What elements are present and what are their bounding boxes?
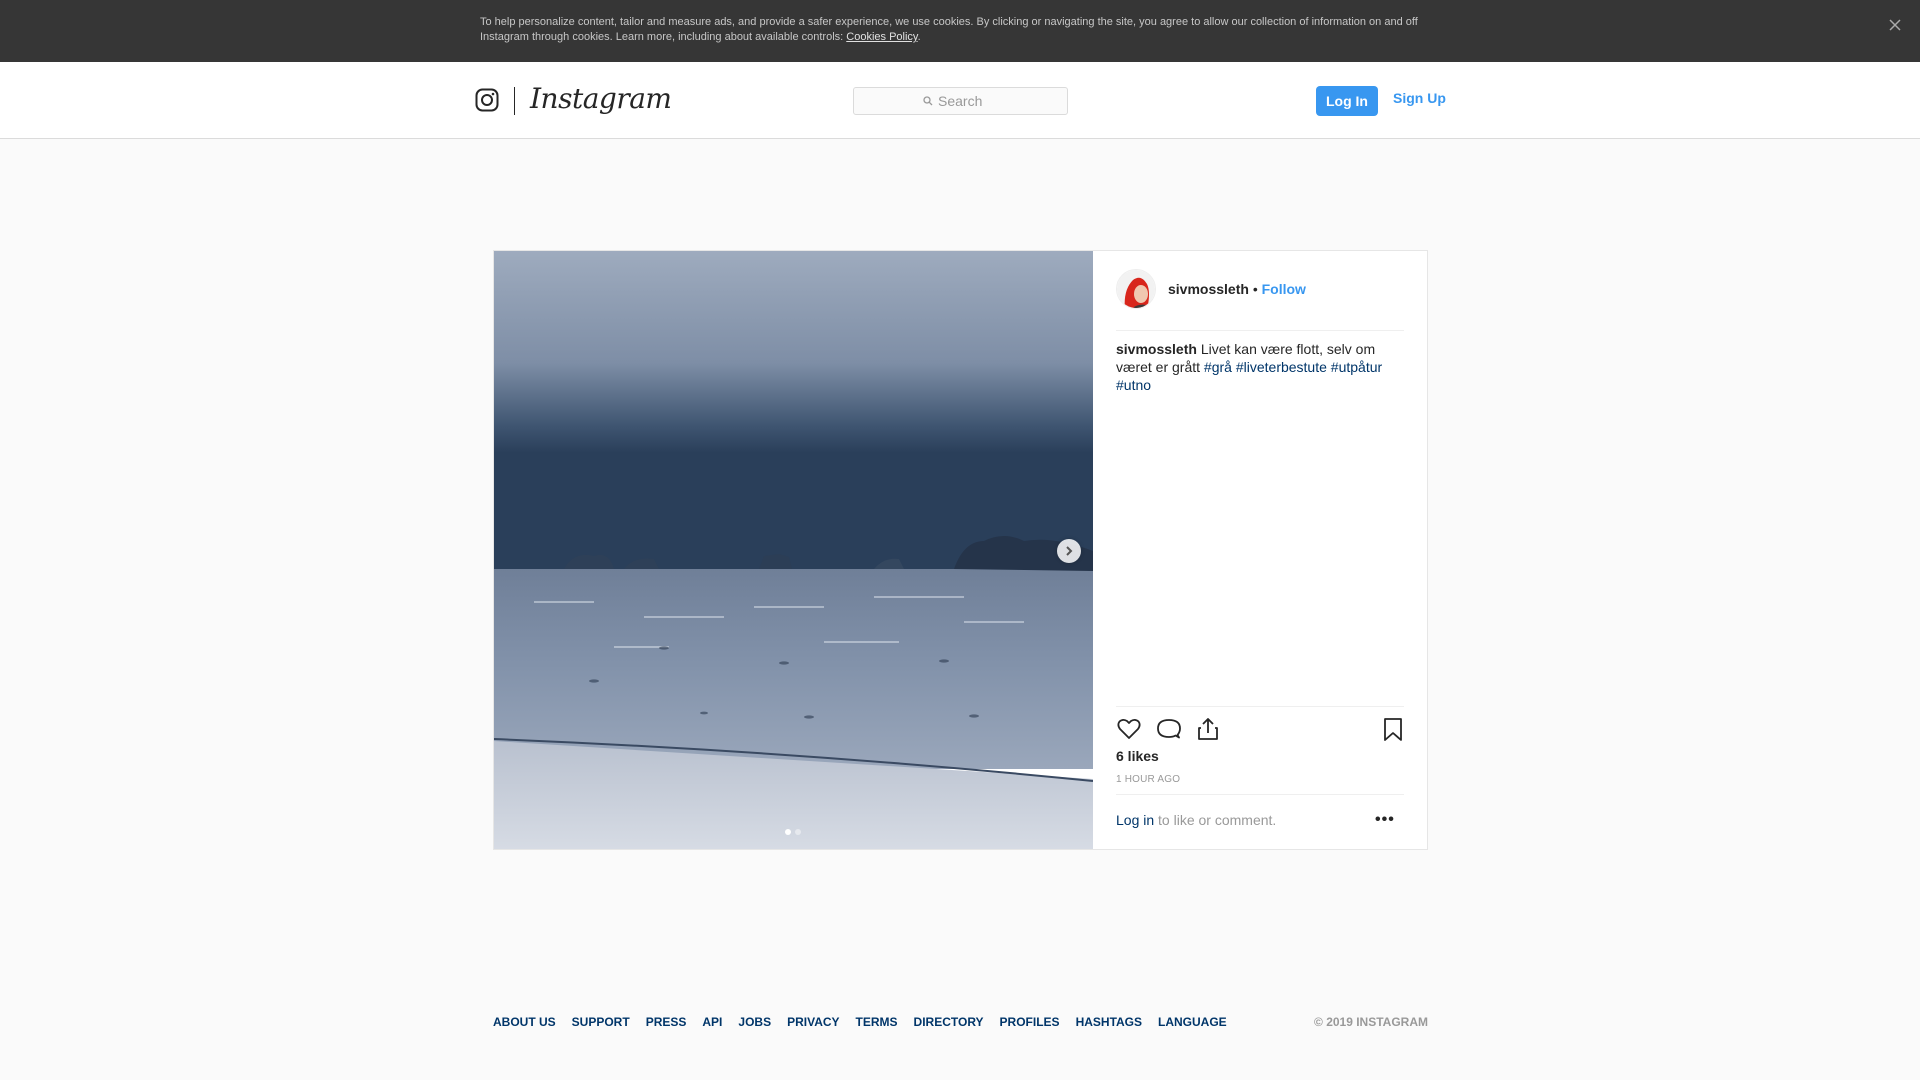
top-nav: Instagram Log In Sign Up — [0, 62, 1920, 139]
logo-divider — [514, 87, 515, 115]
footer-link-about-us[interactable]: ABOUT US — [493, 1015, 556, 1029]
photo-image — [494, 251, 1093, 849]
footer-link-terms[interactable]: TERMS — [856, 1015, 898, 1029]
login-prompt-text: to like or comment. — [1158, 812, 1277, 828]
post-caption: sivmossleth Livet kan være flott, selv o… — [1116, 340, 1406, 394]
post-timestamp: 1 HOUR AGO — [1116, 774, 1181, 785]
instagram-glyph-icon[interactable] — [475, 88, 499, 112]
follow-button[interactable]: Follow — [1262, 281, 1306, 297]
footer-link-privacy[interactable]: PRIVACY — [787, 1015, 839, 1029]
cookie-message: To help personalize content, tailor and … — [480, 16, 1418, 43]
log-in-button[interactable]: Log In — [1316, 86, 1378, 116]
search-box[interactable] — [853, 87, 1068, 115]
chevron-right-icon — [1066, 546, 1073, 556]
share-icon[interactable] — [1195, 716, 1221, 742]
search-input[interactable] — [938, 93, 998, 109]
cookie-banner: To help personalize content, tailor and … — [0, 0, 1920, 62]
cookie-text: To help personalize content, tailor and … — [480, 15, 1440, 45]
next-image-button[interactable] — [1057, 539, 1081, 563]
copyright: © 2019 INSTAGRAM — [1314, 1015, 1428, 1029]
divider — [1116, 706, 1404, 707]
log-in-link[interactable]: Log in — [1116, 812, 1154, 828]
likes-count[interactable]: 6 likes — [1116, 748, 1159, 764]
post-sidebar: sivmossleth • Follow sivmossleth Livet k… — [1093, 251, 1427, 849]
divider — [1116, 794, 1404, 795]
hashtag-link[interactable]: #utpåtur — [1331, 359, 1382, 375]
footer-link-jobs[interactable]: JOBS — [738, 1015, 771, 1029]
footer-link-directory[interactable]: DIRECTORY — [914, 1015, 984, 1029]
bookmark-icon[interactable] — [1380, 716, 1406, 742]
hashtag-link[interactable]: #liveterbestute — [1236, 359, 1327, 375]
heart-icon[interactable] — [1116, 716, 1142, 742]
hashtag-link[interactable]: #utno — [1116, 377, 1151, 393]
search-icon — [923, 96, 933, 106]
avatar[interactable] — [1116, 269, 1156, 309]
more-options-icon[interactable]: ••• — [1375, 811, 1399, 831]
footer-link-hashtags[interactable]: HASHTAGS — [1076, 1015, 1142, 1029]
footer-link-language[interactable]: LANGUAGE — [1158, 1015, 1227, 1029]
hashtag-link[interactable]: #grå — [1204, 359, 1232, 375]
post-card: sivmossleth • Follow sivmossleth Livet k… — [493, 250, 1428, 850]
post-author: sivmossleth • Follow — [1168, 281, 1306, 297]
cookie-trailing: . — [917, 31, 921, 43]
footer-link-support[interactable]: SUPPORT — [572, 1015, 630, 1029]
cookies-policy-link[interactable]: Cookies Policy — [846, 31, 917, 43]
footer-links: ABOUT US SUPPORT PRESS API JOBS PRIVACY … — [493, 1015, 1428, 1029]
comment-icon[interactable] — [1156, 716, 1182, 742]
username-link[interactable]: sivmossleth — [1168, 281, 1249, 297]
instagram-wordmark[interactable]: Instagram — [530, 82, 672, 115]
separator-bullet: • — [1252, 281, 1258, 297]
footer-link-api[interactable]: API — [702, 1015, 722, 1029]
carousel-indicator — [785, 829, 801, 835]
footer-link-profiles[interactable]: PROFILES — [1000, 1015, 1060, 1029]
post-photo[interactable] — [494, 251, 1093, 849]
sign-up-link[interactable]: Sign Up — [1393, 90, 1446, 106]
carousel-dot — [785, 829, 791, 835]
footer-link-press[interactable]: PRESS — [646, 1015, 687, 1029]
caption-username[interactable]: sivmossleth — [1116, 341, 1197, 357]
login-prompt: Log in to like or comment. — [1116, 812, 1276, 828]
close-icon[interactable] — [1884, 14, 1906, 36]
carousel-dot — [795, 829, 801, 835]
post-header: sivmossleth • Follow — [1116, 269, 1404, 331]
footer: ABOUT US SUPPORT PRESS API JOBS PRIVACY … — [493, 1015, 1428, 1029]
